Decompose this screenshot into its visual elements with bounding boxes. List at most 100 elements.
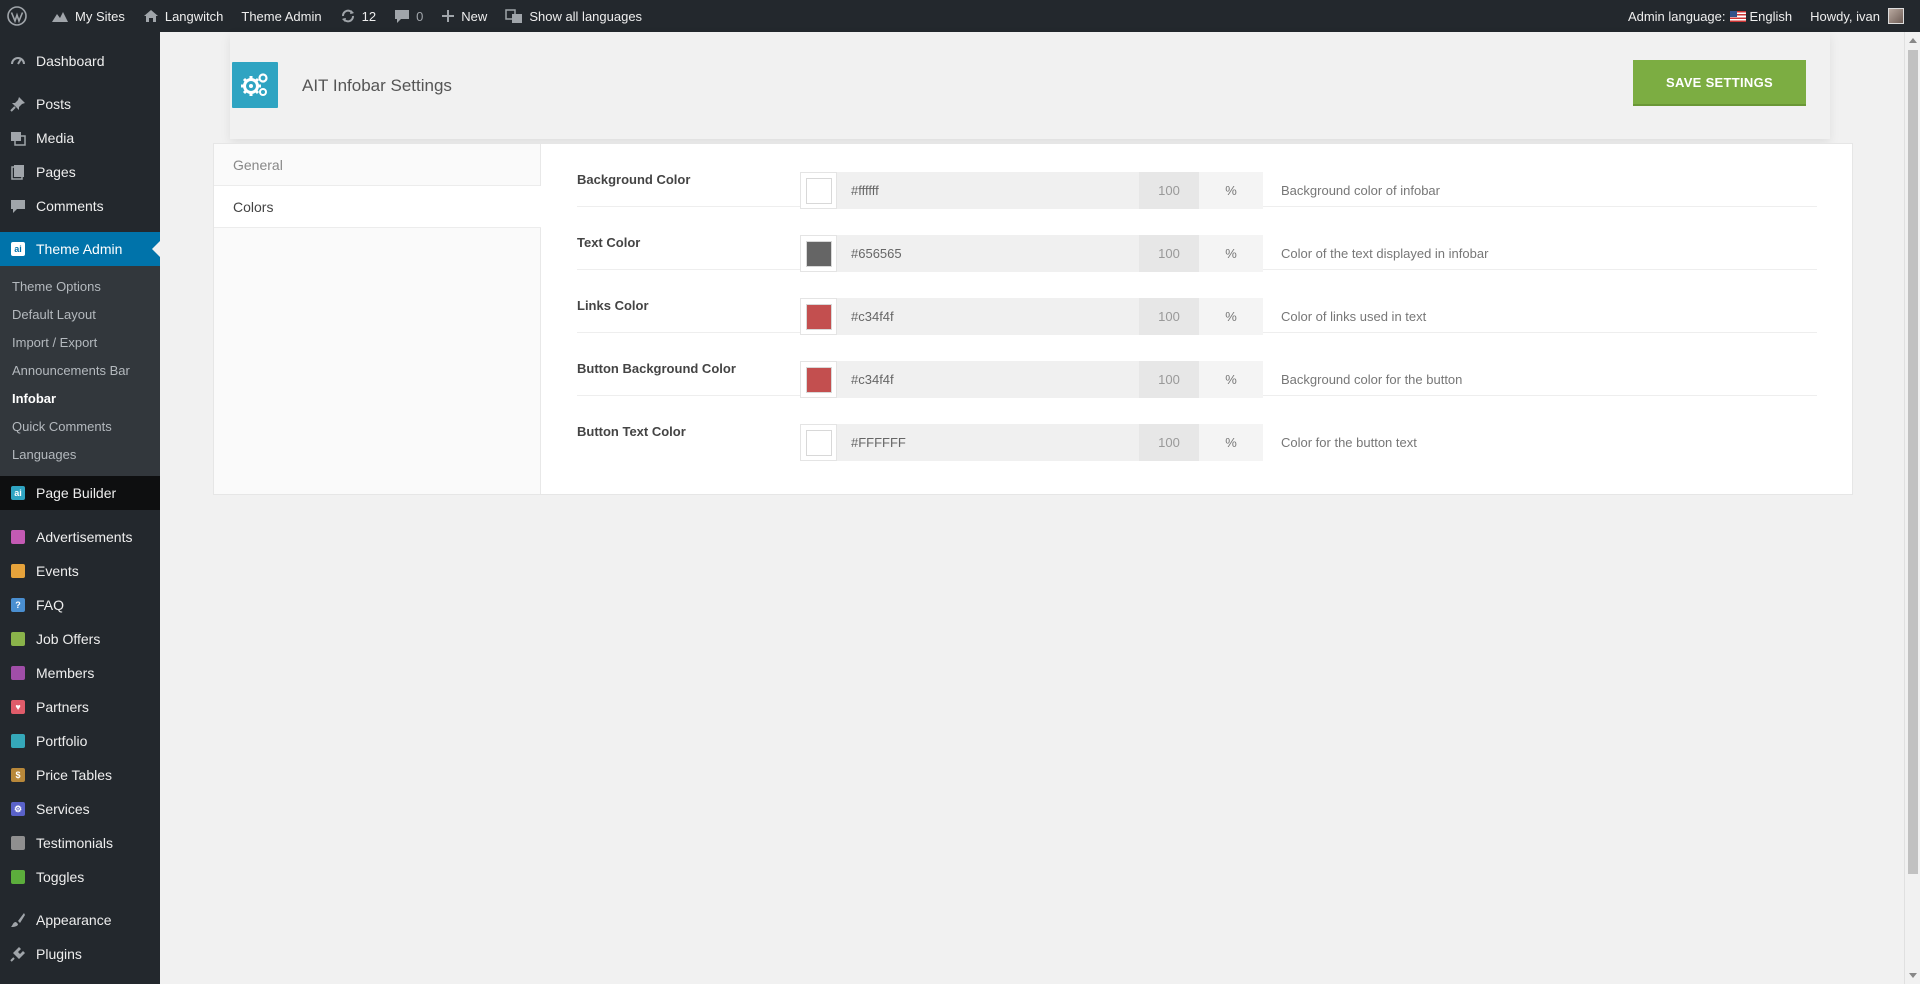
menu-item-faq[interactable]: ? FAQ xyxy=(0,588,160,622)
admin-bar: My Sites Langwitch Theme Admin 12 0 New … xyxy=(0,0,1920,32)
opacity-input[interactable] xyxy=(1139,361,1199,398)
page-scrollbar[interactable] xyxy=(1904,32,1920,984)
tab-general[interactable]: General xyxy=(214,144,540,186)
menu-item-theme-admin[interactable]: ai Theme Admin xyxy=(0,232,160,266)
percent-unit: % xyxy=(1199,361,1263,398)
menu-item-posts[interactable]: Posts xyxy=(0,87,160,121)
comments-link[interactable]: 0 xyxy=(385,0,432,32)
option-label: Links Color xyxy=(577,298,649,313)
submenu-languages[interactable]: Languages xyxy=(0,441,160,469)
menu-item-testimonials[interactable]: Testimonials xyxy=(0,826,160,860)
hex-color-input[interactable] xyxy=(837,298,1139,335)
submenu-theme-options[interactable]: Theme Options xyxy=(0,273,160,301)
hex-color-input[interactable] xyxy=(837,172,1139,209)
color-row-button-background: Button Background Color % Background col… xyxy=(577,333,1817,398)
color-preview xyxy=(805,429,832,456)
account-menu[interactable]: Howdy, ivan xyxy=(1801,0,1920,32)
submenu-announcements-bar[interactable]: Announcements Bar xyxy=(0,357,160,385)
percent-unit: % xyxy=(1199,298,1263,335)
scroll-up-arrow-icon[interactable] xyxy=(1909,38,1917,43)
menu-label: Appearance xyxy=(36,912,112,928)
wordpress-menu[interactable] xyxy=(0,0,42,32)
opacity-input[interactable] xyxy=(1139,235,1199,272)
submenu-quick-comments[interactable]: Quick Comments xyxy=(0,413,160,441)
menu-item-appearance[interactable]: Appearance xyxy=(0,903,160,937)
hex-color-input[interactable] xyxy=(837,361,1139,398)
color-picker-swatch[interactable] xyxy=(800,424,837,461)
menu-item-events[interactable]: Events xyxy=(0,554,160,588)
color-picker-swatch[interactable] xyxy=(800,361,837,398)
menu-item-dashboard[interactable]: Dashboard xyxy=(0,44,160,78)
hex-color-input[interactable] xyxy=(837,235,1139,272)
scroll-down-arrow-icon[interactable] xyxy=(1909,973,1917,978)
theme-admin-link[interactable]: Theme Admin xyxy=(232,0,330,32)
comment-icon xyxy=(10,198,26,214)
site-name-menu[interactable]: Langwitch xyxy=(134,0,233,32)
opacity-input[interactable] xyxy=(1139,424,1199,461)
menu-label: Advertisements xyxy=(36,529,133,545)
menu-label: Services xyxy=(36,801,90,817)
menu-item-partners[interactable]: ♥ Partners xyxy=(0,690,160,724)
menu-label: Comments xyxy=(36,198,104,214)
option-label: Button Background Color xyxy=(577,361,736,376)
menu-label: Toggles xyxy=(36,869,85,885)
color-picker-swatch[interactable] xyxy=(800,172,837,209)
menu-label: Events xyxy=(36,563,79,579)
opacity-input[interactable] xyxy=(1139,298,1199,335)
sites-icon xyxy=(52,12,68,22)
portfolio-icon xyxy=(10,733,26,749)
admin-language-menu[interactable]: Admin language: English xyxy=(1619,0,1801,32)
home-icon xyxy=(143,10,158,22)
menu-label: Page Builder xyxy=(36,485,117,501)
menu-label: Partners xyxy=(36,699,89,715)
my-sites-menu[interactable]: My Sites xyxy=(42,0,134,32)
new-content-menu[interactable]: New xyxy=(432,0,496,32)
brush-icon xyxy=(10,912,26,928)
hex-color-input[interactable] xyxy=(837,424,1139,461)
pin-icon xyxy=(10,96,26,112)
members-icon xyxy=(10,665,26,681)
languages-label: Show all languages xyxy=(529,8,643,24)
menu-item-comments[interactable]: Comments xyxy=(0,189,160,223)
save-settings-button[interactable]: SAVE SETTINGS xyxy=(1633,60,1806,106)
menu-item-portfolio[interactable]: Portfolio xyxy=(0,724,160,758)
menu-item-services[interactable]: ⚙ Services xyxy=(0,792,160,826)
menu-label: Testimonials xyxy=(36,835,114,851)
opacity-input[interactable] xyxy=(1139,172,1199,209)
theme-admin-submenu: Theme Options Default Layout Import / Ex… xyxy=(0,266,160,476)
faq-icon: ? xyxy=(10,597,26,613)
percent-unit: % xyxy=(1199,235,1263,272)
menu-item-page-builder[interactable]: ai Page Builder xyxy=(0,476,160,510)
settings-header: AIT Infobar Settings SAVE SETTINGS xyxy=(230,32,1830,139)
plus-icon xyxy=(442,10,455,22)
menu-item-job-offers[interactable]: Job Offers xyxy=(0,622,160,656)
tab-colors[interactable]: Colors xyxy=(214,186,541,228)
menu-item-members[interactable]: Members xyxy=(0,656,160,690)
color-row-background: Background Color % Background color of i… xyxy=(577,144,1817,209)
menu-item-toggles[interactable]: Toggles xyxy=(0,860,160,894)
menu-item-advertisements[interactable]: Advertisements xyxy=(0,520,160,554)
menu-item-price-tables[interactable]: $ Price Tables xyxy=(0,758,160,792)
percent-unit: % xyxy=(1199,424,1263,461)
wordpress-icon xyxy=(7,6,27,26)
menu-item-media[interactable]: Media xyxy=(0,121,160,155)
updates-link[interactable]: 12 xyxy=(331,0,385,32)
admin-sidebar: Dashboard Posts Media Pages Comments ai … xyxy=(0,32,160,984)
menu-label: Price Tables xyxy=(36,767,113,783)
languages-menu[interactable]: Show all languages xyxy=(496,0,651,32)
admin-language-label: Admin language: xyxy=(1627,8,1726,24)
admin-language-value: English xyxy=(1749,8,1793,24)
page-builder-icon: ai xyxy=(10,485,26,501)
menu-label: Dashboard xyxy=(36,53,105,69)
color-picker-swatch[interactable] xyxy=(800,298,837,335)
submenu-import-export[interactable]: Import / Export xyxy=(0,329,160,357)
scrollbar-thumb[interactable] xyxy=(1908,50,1918,874)
color-preview xyxy=(805,303,832,330)
submenu-infobar[interactable]: Infobar xyxy=(0,385,160,413)
color-picker-swatch[interactable] xyxy=(800,235,837,272)
menu-item-pages[interactable]: Pages xyxy=(0,155,160,189)
menu-item-plugins[interactable]: Plugins xyxy=(0,937,160,971)
menu-label: Theme Admin xyxy=(36,241,123,257)
submenu-default-layout[interactable]: Default Layout xyxy=(0,301,160,329)
color-preview xyxy=(805,177,832,204)
